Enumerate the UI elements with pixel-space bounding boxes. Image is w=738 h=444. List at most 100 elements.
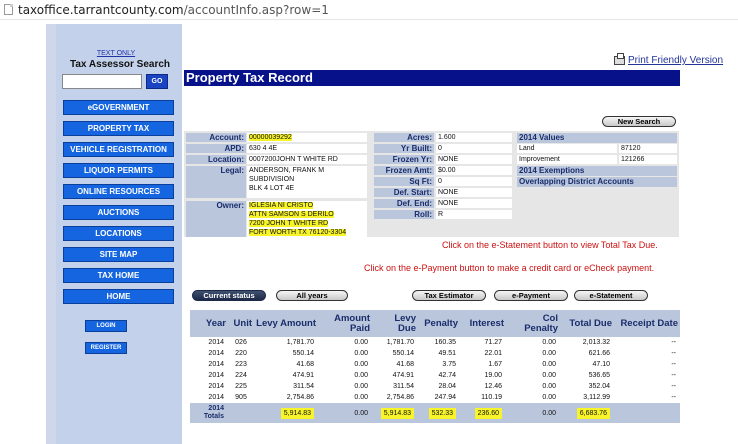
account-info-panel: Account: 00000039292 APD: 630 4 4E Locat… [184, 131, 679, 237]
cell-levy-amount: 1,781.70 [286, 339, 314, 346]
cell-unit: 224 [235, 372, 247, 379]
col-header-unit: Unit [228, 310, 254, 337]
new-search-button[interactable]: New Search [602, 116, 676, 127]
nav-vehicle-registration[interactable]: VEHICLE REGISTRATION [63, 142, 174, 157]
sidebar: TEXT ONLY Tax Assessor Search GO eGOVERN… [56, 24, 182, 444]
nav-site-map[interactable]: SITE MAP [63, 247, 174, 262]
cell-amount-paid: 0.00 [354, 339, 368, 346]
owner-value: IGLESIA NI CRISTO ATTN SAMSON S DERILO 7… [247, 201, 367, 237]
cell-penalty: 160.35 [434, 339, 456, 346]
cell-total-due: 47.10 [592, 361, 610, 368]
cell-amount-paid: 0.00 [354, 350, 368, 357]
nav-liquor-permits[interactable]: LIQUOR PERMITS [63, 163, 174, 178]
search-input[interactable] [62, 74, 142, 89]
totals-col-penalty: 0.00 [506, 403, 560, 423]
login-button[interactable]: LOGIN [85, 320, 127, 332]
nav-tax-home[interactable]: TAX HOME [63, 268, 174, 283]
cell-col-penalty: 0.00 [542, 372, 556, 379]
print-friendly-label: Print Friendly Version [628, 55, 724, 66]
exemptions-header: 2014 Exemptions [517, 166, 677, 176]
page-title: Property Tax Record [184, 70, 680, 86]
nav-home[interactable]: HOME [63, 289, 174, 304]
cell-penalty: 247.94 [434, 394, 456, 401]
cell-receipt-date: -- [671, 361, 676, 368]
yr-built-value: 0 [436, 144, 512, 153]
cell-col-penalty: 0.00 [542, 394, 556, 401]
cell-interest: 22.01 [484, 350, 502, 357]
cell-amount-paid: 0.00 [354, 372, 368, 379]
overlapping-accounts-link[interactable]: Overlapping District Accounts [517, 177, 677, 187]
nav-egovernment[interactable]: eGOVERNMENT [63, 100, 174, 115]
address-bar[interactable]: taxoffice.tarrantcounty.com/accountInfo.… [0, 0, 738, 20]
cell-interest: 110.19 [481, 394, 502, 401]
cell-total-due: 621.66 [588, 350, 610, 357]
text-only-link[interactable]: TEXT ONLY [86, 50, 146, 57]
cell-total-due: 536.65 [588, 372, 610, 379]
cell-levy-amount: 41.68 [296, 361, 314, 368]
cell-year: 2014 [208, 394, 224, 401]
tax-table: Year Unit Levy Amount Amount Paid Levy D… [190, 310, 680, 423]
frozen-amt-label: Frozen Amt: [374, 166, 434, 175]
col-header-total-due: Total Due [560, 310, 614, 337]
cell-unit: 220 [235, 350, 247, 357]
apd-label: APD: [186, 144, 246, 153]
printer-icon [614, 53, 625, 65]
yr-built-label: Yr Built: [374, 144, 434, 153]
nav-property-tax[interactable]: PROPERTY TAX [63, 121, 174, 136]
roll-value: R [436, 210, 512, 219]
account-label: Account: [186, 133, 246, 142]
land-label: Land [517, 144, 617, 153]
nav-locations[interactable]: LOCATIONS [63, 226, 174, 241]
cell-levy-due: 41.68 [396, 361, 414, 368]
totals-label: 2014 Totals [190, 403, 228, 423]
e-statement-button[interactable]: e-Statement [574, 290, 648, 301]
cell-col-penalty: 0.00 [542, 383, 556, 390]
location-value: 0007200JOHN T WHITE RD [247, 155, 367, 164]
print-friendly-link[interactable]: Print Friendly Version [614, 53, 724, 66]
cell-levy-amount: 311.54 [293, 383, 314, 390]
totals-penalty: 532.33 [418, 403, 460, 423]
cell-levy-amount: 550.14 [292, 350, 314, 357]
url-text[interactable]: taxoffice.tarrantcounty.com/accountInfo.… [18, 3, 329, 17]
def-end-value: NONE [436, 199, 512, 208]
tax-estimator-button[interactable]: Tax Estimator [412, 290, 486, 301]
sidebar-edge [46, 24, 56, 444]
nav-online-resources[interactable]: ONLINE RESOURCES [63, 184, 174, 199]
cell-penalty: 42.74 [438, 372, 456, 379]
cell-penalty: 28.04 [438, 383, 456, 390]
frozen-yr-value: NONE [436, 155, 512, 164]
current-status-button[interactable]: Current status [192, 290, 266, 301]
totals-total-due: 6,683.76 [560, 403, 614, 423]
cell-interest: 12.46 [484, 383, 502, 390]
cell-total-due: 2,013.32 [582, 339, 610, 346]
cell-year: 2014 [208, 350, 224, 357]
frozen-yr-label: Frozen Yr: [374, 155, 434, 164]
col-header-levy-due: Levy Due [372, 310, 418, 337]
table-header-row: Year Unit Levy Amount Amount Paid Levy D… [190, 310, 680, 337]
totals-levy-due: 5,914.83 [372, 403, 418, 423]
cell-interest: 19.00 [484, 372, 502, 379]
roll-label: Roll: [374, 210, 434, 219]
page-icon [4, 4, 13, 15]
cell-total-due: 352.04 [588, 383, 610, 390]
cell-unit: 905 [235, 394, 247, 401]
cell-levy-due: 550.14 [392, 350, 414, 357]
cell-receipt-date: -- [671, 339, 676, 346]
cell-penalty: 3.75 [442, 361, 456, 368]
totals-levy-amount: 5,914.83 [254, 403, 318, 423]
account-value: 00000039292 [247, 133, 367, 142]
table-row: 2014 224 474.91 0.00 474.91 42.74 19.00 0.00 536… [190, 370, 680, 381]
cell-interest: 1.67 [488, 361, 502, 368]
acres-value: 1.600 [436, 133, 512, 142]
all-years-button[interactable]: All years [276, 290, 348, 301]
col-header-receipt-date: Receipt Date [614, 310, 680, 337]
go-button[interactable]: GO [146, 74, 168, 89]
e-payment-button[interactable]: e-Payment [494, 290, 568, 301]
table-row: 2014 026 1,781.70 0.00 1,781.70 160.35 71.27 0.… [190, 337, 680, 348]
cell-levy-due: 474.91 [392, 372, 414, 379]
nav-auctions[interactable]: AUCTIONS [63, 205, 174, 220]
table-row: 2014 905 2,754.86 0.00 2,754.86 247.94 110.19 0… [190, 392, 680, 403]
register-button[interactable]: REGISTER [85, 342, 127, 354]
sq-ft-label: Sq Ft: [374, 177, 434, 186]
cell-year: 2014 [208, 383, 224, 390]
